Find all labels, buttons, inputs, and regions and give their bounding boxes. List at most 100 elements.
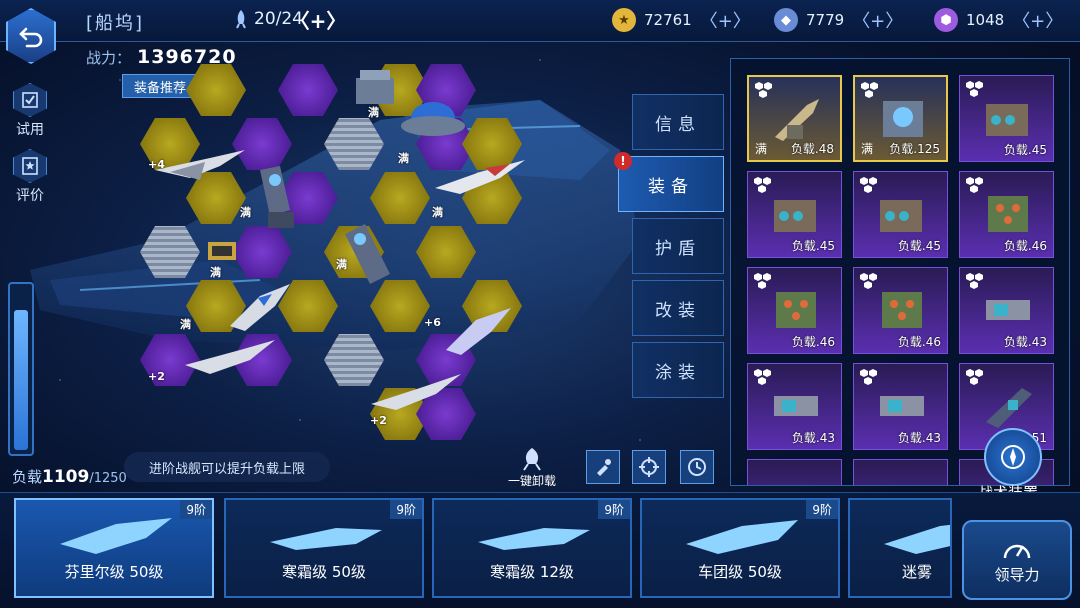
hex-slot[interactable] [324, 226, 384, 278]
ship-card[interactable]: 迷雾 [848, 498, 952, 598]
resource-crystal: ◆ 7779 〈+〉 [774, 7, 903, 33]
inventory-item[interactable] [853, 459, 948, 485]
inventory-load-label: 负载.46 [791, 335, 835, 349]
ship-tier-badge: 9阶 [806, 500, 838, 519]
inventory-item[interactable] [747, 459, 842, 485]
unload-all-button[interactable]: 一键卸载 [500, 446, 564, 490]
timer-tool-button[interactable] [680, 450, 714, 484]
tab-paint[interactable]: 涂装 [632, 342, 724, 398]
ship-card[interactable]: 9阶 寒霜级 12级 [432, 498, 632, 598]
alert-icon: ! [614, 152, 632, 170]
hex-full-label: 满 [180, 318, 191, 331]
load-hint: 进阶战舰可以提升负载上限 [124, 452, 330, 482]
inventory-item[interactable]: 负载.46 [959, 171, 1054, 258]
compass-icon [1001, 445, 1025, 469]
hex-slot[interactable] [462, 118, 522, 170]
tab-info[interactable]: 信息 [632, 94, 724, 150]
gauge-icon [1003, 544, 1031, 558]
hex-slot[interactable] [232, 334, 292, 386]
hex-slot-locked[interactable] [324, 118, 384, 170]
hex-full-label: 满 [368, 106, 379, 119]
ship-tier-badge: 9阶 [180, 500, 212, 519]
trial-button[interactable]: 试用 [6, 82, 54, 140]
unload-all-label: 一键卸载 [507, 474, 556, 488]
hex-slot[interactable] [462, 280, 522, 332]
add-gold-button[interactable]: 〈+〉 [700, 7, 751, 33]
inventory-full-label: 满 [861, 142, 874, 156]
ship-card[interactable]: 9阶 寒霜级 50级 [224, 498, 424, 598]
crystal-icon: ◆ [774, 8, 798, 32]
hex-slot[interactable] [186, 64, 246, 116]
hex-slot[interactable] [416, 226, 476, 278]
brush-tool-button[interactable] [586, 450, 620, 484]
inventory-load-label: 负载.48 [790, 142, 834, 156]
resource-gold: ★ 72761 〈+〉 [612, 7, 751, 33]
drive-module-icon [774, 396, 818, 416]
hex-slot-locked[interactable] [324, 334, 384, 386]
hex-slot[interactable] [278, 172, 338, 224]
hex-slot[interactable] [370, 172, 430, 224]
triple-cannon-icon [774, 200, 816, 232]
inventory-item[interactable]: 负载.43 [959, 267, 1054, 354]
tab-modify[interactable]: 改装 [632, 280, 724, 336]
clock-icon [688, 458, 706, 476]
hex-slot[interactable] [370, 280, 430, 332]
rocket-icon [236, 10, 246, 29]
hex-slot[interactable] [186, 172, 246, 224]
load-display: 负载1109/1250 [12, 466, 127, 487]
hex-full-label: 满 [240, 206, 251, 219]
add-crystal-button[interactable]: 〈+〉 [852, 7, 903, 33]
hex-slot[interactable] [278, 64, 338, 116]
inventory-item[interactable]: 负载.45 [853, 171, 948, 258]
tab-shield[interactable]: 护盾 [632, 218, 724, 274]
hex-slot[interactable] [232, 118, 292, 170]
target-tool-button[interactable] [632, 450, 666, 484]
inventory-load-label: 负载.45 [791, 239, 835, 253]
add-gem-button[interactable]: 〈+〉 [1012, 7, 1063, 33]
inventory-item[interactable]: 负载.46 [853, 267, 948, 354]
hex-slot[interactable] [416, 388, 476, 440]
tab-equipment[interactable]: 装备 [618, 156, 724, 212]
inventory-item[interactable]: 负载.43 [747, 363, 842, 450]
equipment-recommend-button[interactable]: 装备推荐 [122, 74, 198, 98]
tactical-device-button[interactable] [984, 428, 1042, 486]
add-slot-button[interactable]: 〈+〉 [290, 8, 347, 33]
hex-slot[interactable] [416, 334, 476, 386]
hex-slot-locked[interactable] [140, 226, 200, 278]
ship-name: 寒霜级 12级 [490, 563, 574, 581]
inventory-item[interactable]: 负载.43 [853, 363, 948, 450]
hex-slot[interactable] [232, 226, 292, 278]
hex-slot[interactable] [140, 118, 200, 170]
hex-slot[interactable] [186, 280, 246, 332]
page-title: [船坞] [86, 13, 145, 34]
inventory-item[interactable]: 满 负载.125 [853, 75, 948, 162]
inventory-load-label: 负载.43 [897, 431, 941, 445]
inventory-item[interactable]: 满 负载.48 [747, 75, 842, 162]
inventory-load-label: 负载.46 [1003, 239, 1047, 253]
ship-name: 寒霜级 50级 [282, 563, 366, 581]
ship-card[interactable]: 9阶 芬里尔级 50级 [14, 498, 214, 598]
brush-icon [597, 459, 611, 476]
ship-silhouette-icon [270, 528, 382, 550]
ship-card[interactable]: 9阶 车团级 50级 [640, 498, 840, 598]
gem-icon: ⬢ [934, 8, 958, 32]
leadership-button[interactable]: 领导力 [962, 520, 1072, 600]
gem-value: 1048 [966, 11, 1005, 29]
inventory-item[interactable]: 负载.46 [747, 267, 842, 354]
inventory-item[interactable]: 负载.45 [747, 171, 842, 258]
review-label: 评价 [16, 188, 44, 204]
drive-module-icon [986, 300, 1030, 320]
hex-bonus-label: +6 [424, 316, 441, 329]
gold-coin-icon: ★ [612, 8, 636, 32]
ship-name: 芬里尔级 50级 [64, 563, 164, 581]
load-gauge [8, 282, 34, 456]
hex-slot[interactable] [278, 280, 338, 332]
hex-slot[interactable] [140, 334, 200, 386]
triple-cannon-icon [986, 104, 1028, 136]
resource-gem: ⬢ 1048 〈+〉 [934, 7, 1063, 33]
review-button[interactable]: 评价 [6, 148, 54, 206]
inventory-item[interactable]: 负载.45 [959, 75, 1054, 162]
hex-slot[interactable] [462, 172, 522, 224]
triple-cannon-icon [880, 200, 922, 232]
hex-slot[interactable] [416, 64, 476, 116]
